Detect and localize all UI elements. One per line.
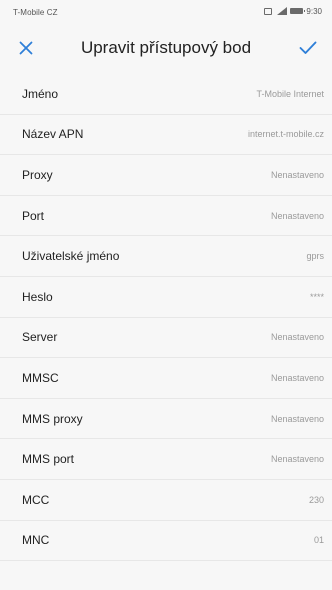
status-icons: 9:30: [264, 6, 322, 16]
field-label: Server: [22, 330, 58, 345]
battery-icon: [290, 8, 306, 14]
clock: 9:30: [306, 6, 322, 16]
save-button[interactable]: [296, 36, 320, 60]
field-label: Uživatelské jméno: [22, 249, 120, 264]
apn-settings-list: Jméno T-Mobile Internet Název APN intern…: [0, 74, 332, 562]
app-header: Upravit přístupový bod: [0, 24, 332, 72]
field-row-mms-port[interactable]: MMS port Nenastaveno: [0, 439, 332, 480]
field-row-port[interactable]: Port Nenastaveno: [0, 196, 332, 237]
status-bar: T-Mobile CZ 9:30: [0, 0, 332, 22]
field-row-mmsc[interactable]: MMSC Nenastaveno: [0, 358, 332, 399]
field-value: 230: [308, 494, 324, 505]
close-icon: [19, 41, 33, 55]
nfc-icon: [264, 7, 273, 15]
field-value: gprs: [306, 251, 324, 262]
field-label: Port: [22, 208, 45, 223]
field-value: T-Mobile Internet: [256, 88, 324, 99]
field-row-apn[interactable]: Název APN internet.t-mobile.cz: [0, 115, 332, 156]
field-label: Název APN: [22, 127, 84, 142]
field-row-username[interactable]: Uživatelské jméno gprs: [0, 236, 332, 277]
field-label: Jméno: [22, 86, 59, 101]
apn-edit-screen: T-Mobile CZ 9:30 Upravit přístupový bod …: [0, 0, 332, 590]
field-value: Nenastaveno: [270, 372, 324, 383]
field-label: MMSC: [22, 370, 59, 385]
field-value: Nenastaveno: [270, 413, 324, 424]
field-label: MMS proxy: [22, 411, 83, 426]
field-row-name[interactable]: Jméno T-Mobile Internet: [0, 74, 332, 115]
field-label: MNC: [22, 533, 50, 548]
page-title: Upravit přístupový bod: [80, 38, 252, 57]
field-label: MCC: [22, 492, 50, 507]
field-label: Heslo: [22, 289, 53, 304]
carrier-name: T-Mobile CZ: [13, 8, 58, 17]
field-label: MMS port: [22, 452, 75, 467]
field-row-password[interactable]: Heslo ****: [0, 277, 332, 318]
field-row-server[interactable]: Server Nenastaveno: [0, 318, 332, 359]
field-value: ****: [309, 291, 324, 302]
field-value: Nenastaveno: [270, 169, 324, 180]
field-value: Nenastaveno: [270, 210, 324, 221]
field-label: Proxy: [22, 167, 53, 182]
field-row-mnc[interactable]: MNC 01: [0, 521, 332, 562]
field-value: internet.t-mobile.cz: [247, 129, 324, 140]
field-row-mms-proxy[interactable]: MMS proxy Nenastaveno: [0, 399, 332, 440]
field-row-mcc[interactable]: MCC 230: [0, 480, 332, 521]
field-value: Nenastaveno: [270, 332, 324, 343]
close-button[interactable]: [14, 36, 38, 60]
checkmark-icon: [299, 41, 317, 54]
signal-icon: [275, 7, 288, 15]
field-value: 01: [313, 535, 324, 546]
field-row-proxy[interactable]: Proxy Nenastaveno: [0, 155, 332, 196]
field-value: Nenastaveno: [270, 454, 324, 465]
